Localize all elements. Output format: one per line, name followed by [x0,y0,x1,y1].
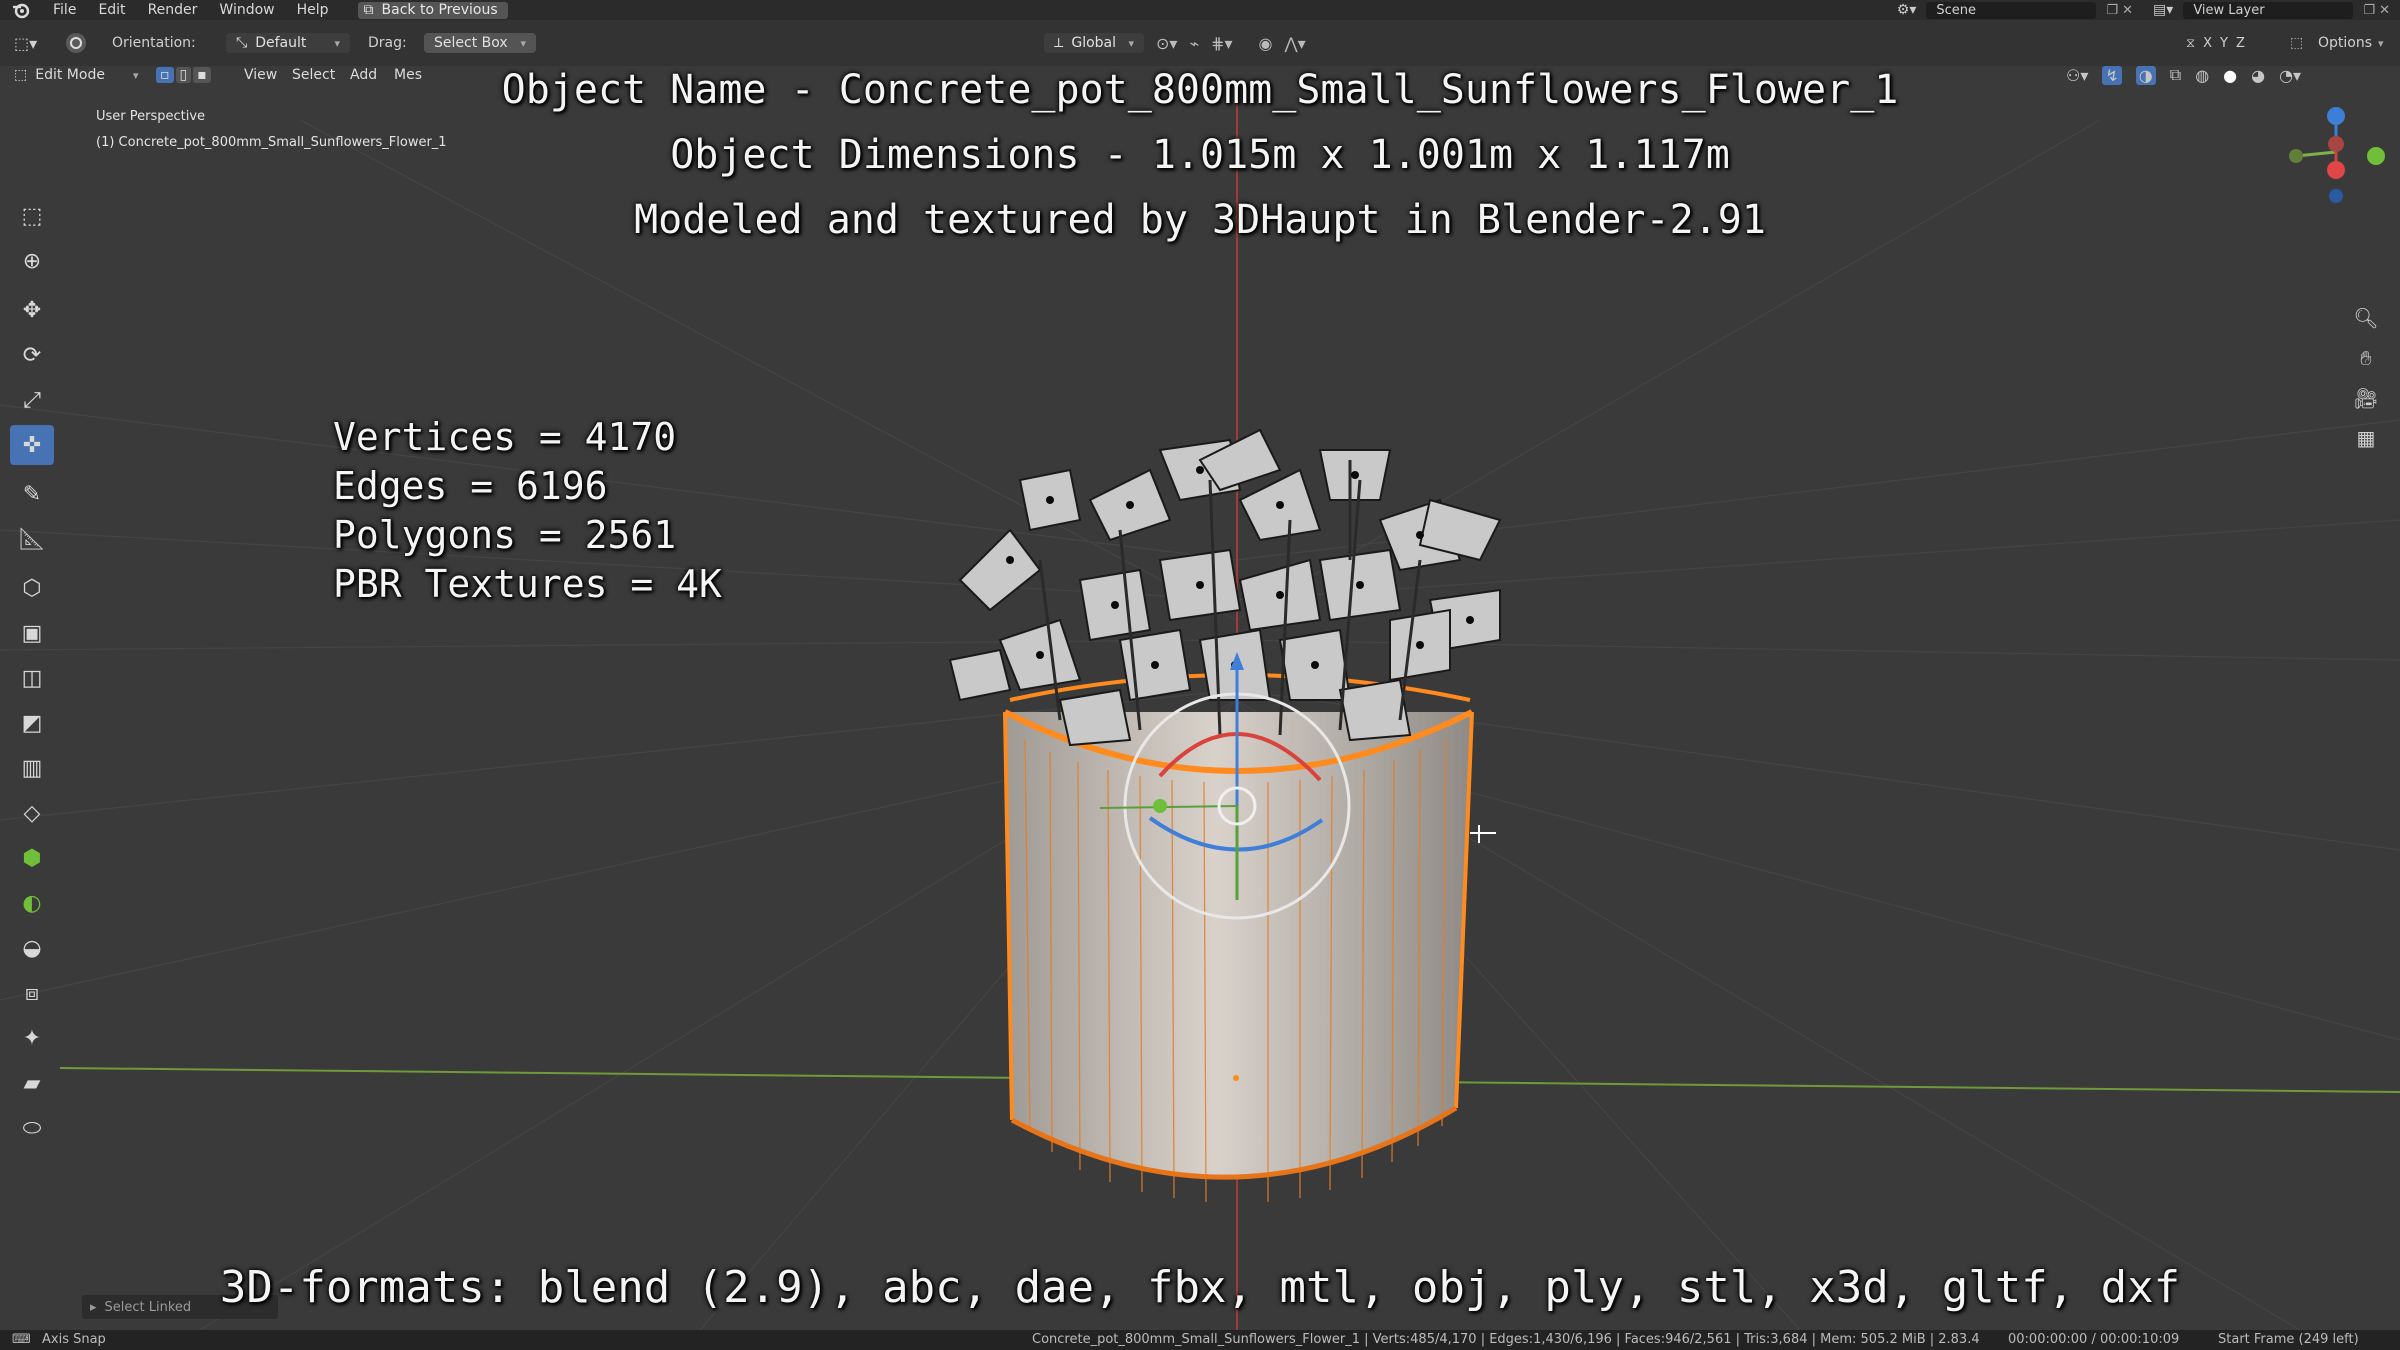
annotate-tool-icon[interactable]: ✎ [10,474,54,514]
add-cube-tool-icon[interactable]: ⬡ [10,568,54,608]
inset-tool-icon[interactable]: ◫ [10,658,54,698]
scale-tool-icon[interactable]: ⤢ [10,380,54,420]
perspective-toggle-icon[interactable]: ▦ [2346,418,2386,458]
knife-tool-icon[interactable]: ◇ [10,793,54,833]
polygons-stat: Polygons = 2561 [333,513,677,557]
zoom-icon[interactable]: 🔍︎ [2346,298,2386,338]
bevel-tool-icon[interactable]: ◩ [10,703,54,743]
rip-tool-icon[interactable]: ⬭ [10,1108,54,1148]
formats-overlay: 3D-formats: blend (2.9), abc, dae, fbx, … [219,1262,2181,1313]
scene-statistics: Concrete_pot_800mm_Small_Sunflowers_Flow… [1032,1332,1980,1347]
object-dimensions-line: Object Dimensions - 1.015m x 1.001m x 1.… [670,132,1730,178]
poly-build-tool-icon[interactable]: ⬢ [10,838,54,878]
status-hint: Axis Snap [42,1332,106,1347]
pan-hand-icon[interactable]: ✋︎ [2346,338,2386,378]
move-tool-icon[interactable]: ✥ [10,290,54,330]
transform-tool-icon[interactable]: ✜ [10,425,54,465]
left-toolbar: ⬚ ⊕ ✥ ⟳ ⤢ ✜ ✎ 📐︎ ⬡ ▣ ◫ ◩ ▥ ◇ ⬢ ◐ ◒ ⧈ ✦ ▰… [10,196,58,1153]
stats-overlay: Vertices = 4170 Edges = 6196 Polygons = … [333,413,722,609]
smooth-tool-icon[interactable]: ◒ [10,928,54,968]
shrink-fatten-tool-icon[interactable]: ✦ [10,1018,54,1058]
credit-line: Modeled and textured by 3DHaupt in Blend… [634,197,1766,243]
textures-stat: PBR Textures = 4K [333,562,722,606]
navigation-bar: 🔍︎ ✋︎ 🎥︎ ▦ [2346,298,2390,458]
title-overlay: Object Name - Concrete_pot_800mm_Small_S… [0,58,2400,253]
loop-cut-tool-icon[interactable]: ▥ [10,748,54,788]
status-bar: ⌨ Axis Snap Concrete_pot_800mm_Small_Sun… [0,1330,2400,1350]
edge-slide-tool-icon[interactable]: ⧈ [10,973,54,1013]
playback-time: 00:00:00:00 / 00:00:10:09 [2008,1332,2180,1347]
keyboard-key-icon: ⌨ [12,1332,31,1347]
shear-tool-icon[interactable]: ▰ [10,1063,54,1103]
origin-point [1233,1075,1239,1081]
object-name-line: Object Name - Concrete_pot_800mm_Small_S… [501,67,1899,113]
camera-view-icon[interactable]: 🎥︎ [2346,378,2386,418]
vertices-stat: Vertices = 4170 [333,415,677,459]
edges-stat: Edges = 6196 [333,464,608,508]
measure-tool-icon[interactable]: 📐︎ [10,519,54,559]
3d-viewport[interactable]: ⬚ ⊕ ✥ ⟳ ⤢ ✜ ✎ 📐︎ ⬡ ▣ ◫ ◩ ▥ ◇ ⬢ ◐ ◒ ⧈ ✦ ▰… [0,88,2400,1330]
spin-tool-icon[interactable]: ◐ [10,883,54,923]
start-frame-info: Start Frame (249 left) [2218,1332,2359,1347]
extrude-tool-icon[interactable]: ▣ [10,613,54,653]
rotate-tool-icon[interactable]: ⟳ [10,335,54,375]
